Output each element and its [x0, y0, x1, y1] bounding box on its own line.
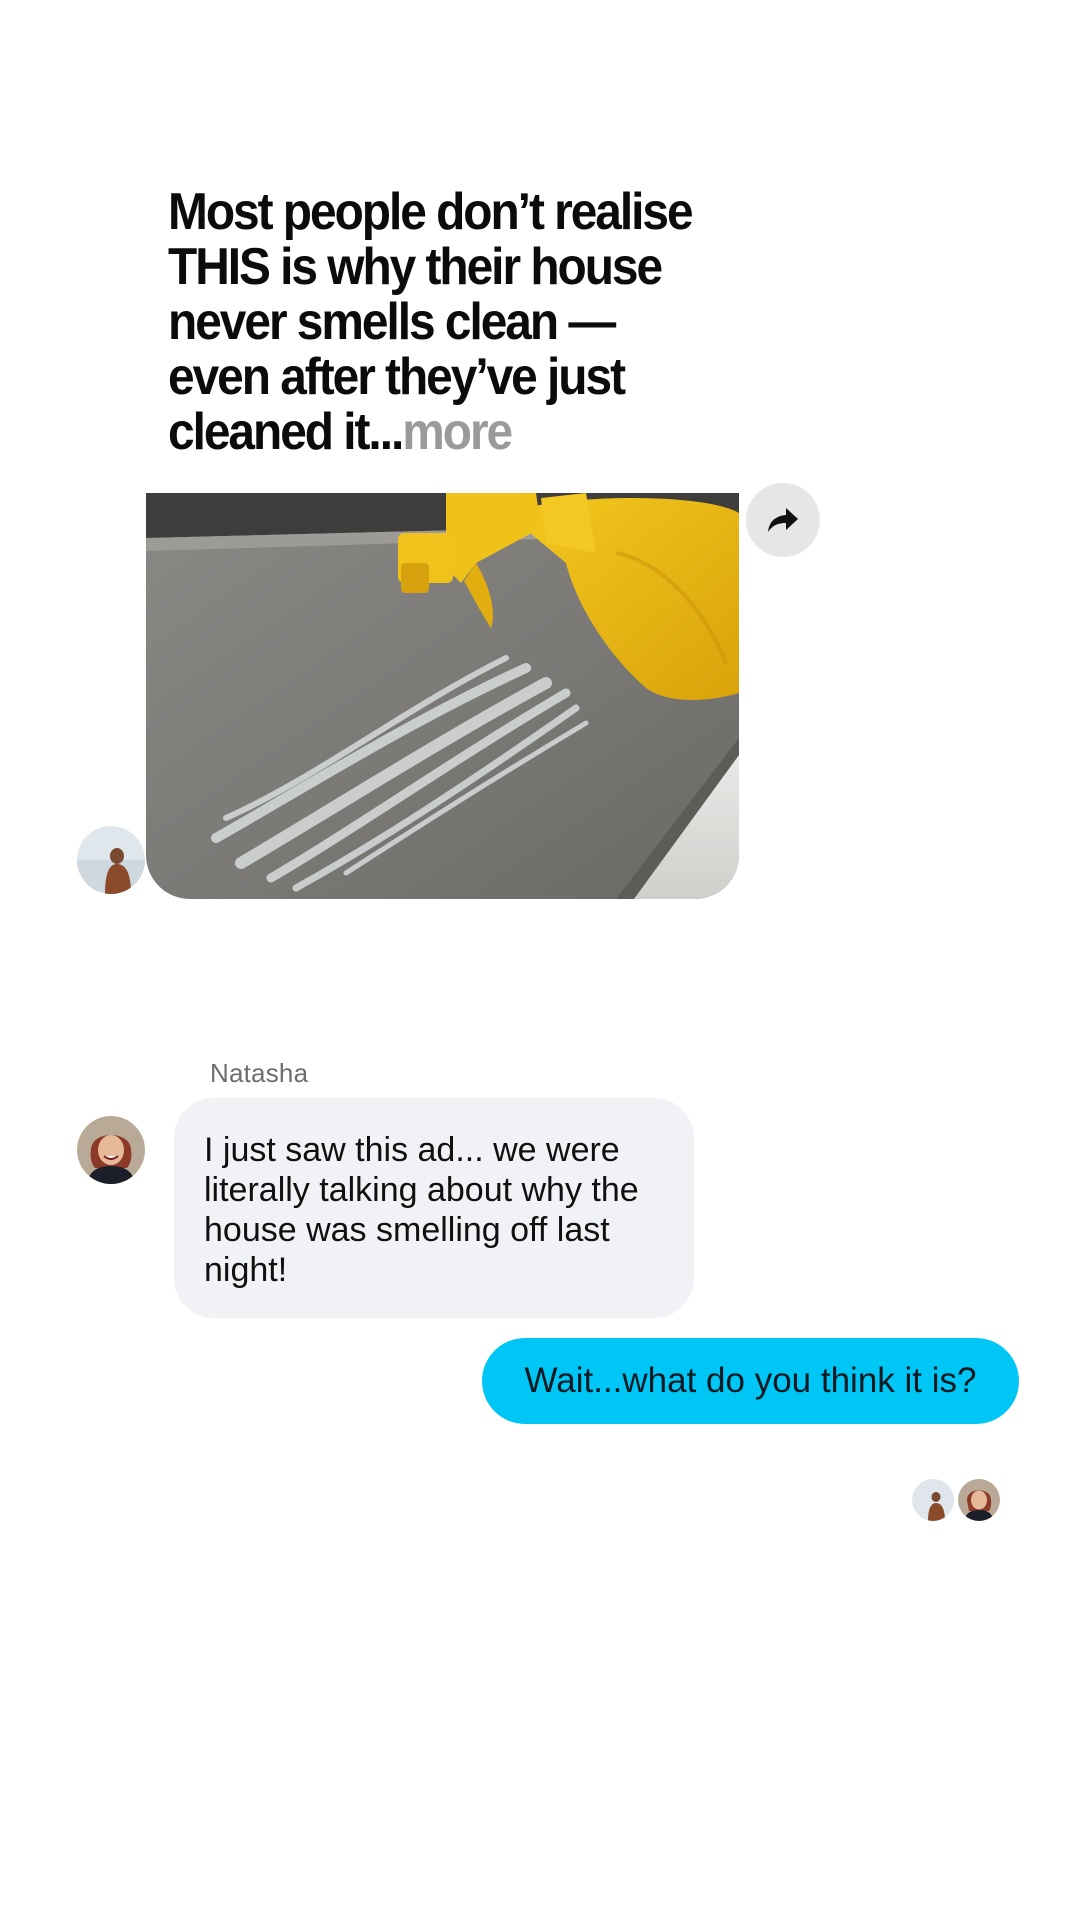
read-receipt-avatar-contact [912, 1479, 954, 1521]
read-receipt-avatar-natasha [958, 1479, 1000, 1521]
sender-name: Natasha [210, 1058, 309, 1088]
incoming-message-bubble[interactable]: I just saw this ad... we were literally … [174, 1098, 694, 1318]
share-button[interactable] [746, 483, 820, 557]
post-headline[interactable]: Most people don’t realise THIS is why th… [168, 185, 720, 460]
avatar-image [958, 1479, 1000, 1521]
share-forward-icon [768, 508, 798, 532]
more-link[interactable]: more [402, 403, 513, 461]
shared-post[interactable]: Most people don’t realise THIS is why th… [0, 0, 1080, 920]
post-image[interactable] [146, 493, 739, 899]
avatar-image [912, 1479, 954, 1521]
outgoing-message-bubble[interactable]: Wait...what do you think it is? [482, 1338, 1019, 1424]
avatar-natasha[interactable] [77, 1116, 145, 1184]
avatar-contact-outdoor[interactable] [77, 826, 145, 894]
avatar-image [77, 1116, 145, 1184]
avatar-image [77, 826, 145, 894]
spray-bottle-photo [146, 493, 739, 899]
